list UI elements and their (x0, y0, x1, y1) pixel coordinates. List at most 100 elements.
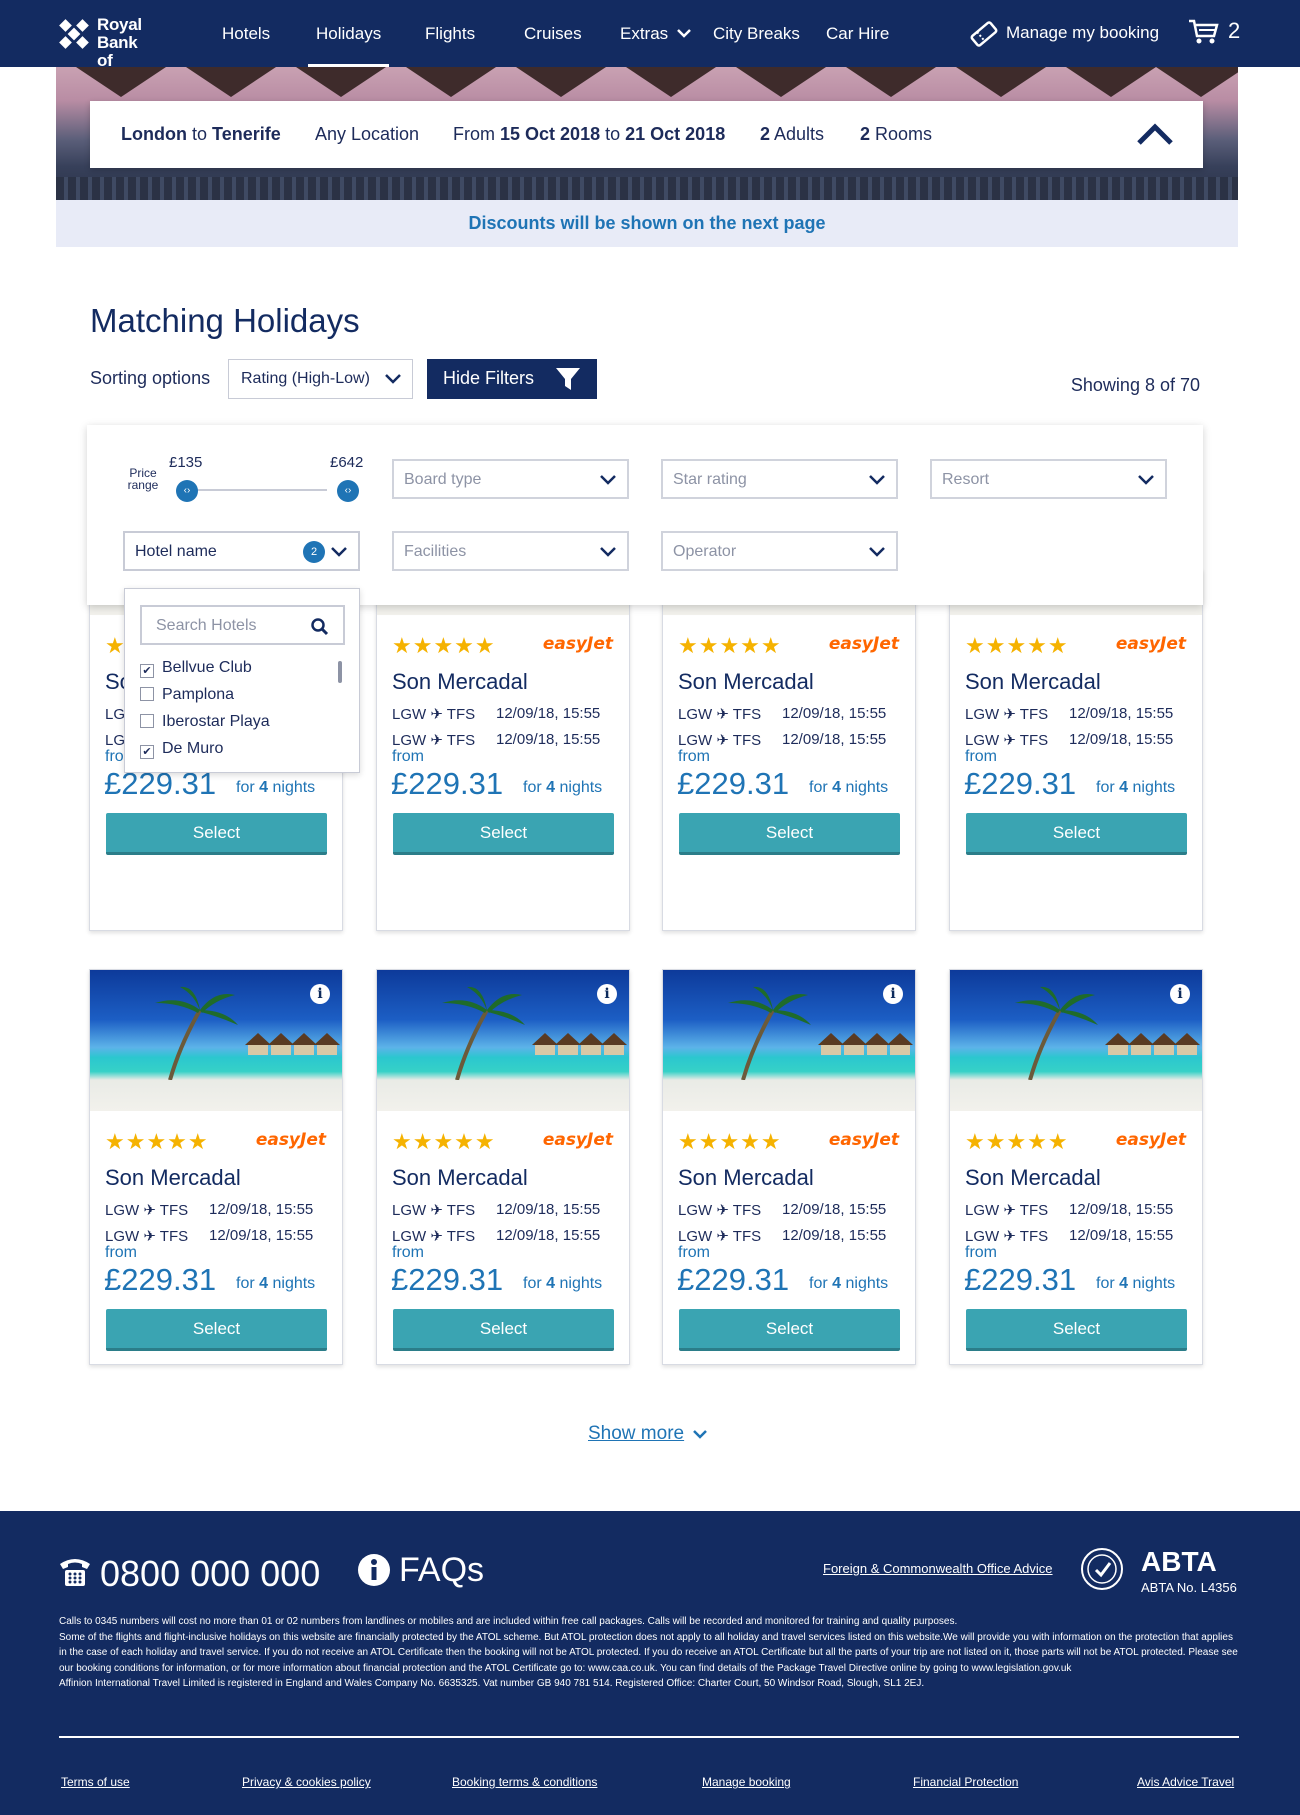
flight-route: LGW ✈ TFS (105, 1228, 189, 1245)
price-from-label: from (678, 1244, 710, 1261)
select-button[interactable]: Select (393, 813, 614, 855)
results-count: Showing 8 of 70 (1070, 375, 1200, 395)
holiday-card[interactable]: i★★★★★easyJetSon MercadalLGW ✈ TFS12/09/… (949, 969, 1203, 1365)
airline-logo: easyJet (542, 634, 613, 654)
show-more-link[interactable]: Show more (588, 1423, 707, 1445)
hero-hut-roof (1066, 67, 1156, 97)
hotel-photo[interactable]: i (377, 970, 629, 1111)
operator-select[interactable]: Operator (661, 531, 898, 571)
select-button[interactable]: Select (679, 1309, 900, 1351)
select-button[interactable]: Select (393, 1309, 614, 1351)
hotel-search-input[interactable]: Search Hotels (140, 605, 345, 645)
footer-link-privacy[interactable]: Privacy & cookies policy (242, 1775, 371, 1789)
checkbox-unchecked[interactable] (140, 687, 154, 701)
nights-count: 4 (832, 779, 842, 796)
hotel-name[interactable]: Son Mercadal (965, 669, 1101, 695)
brand-logo[interactable]: Royal Bank of Scotland (56, 14, 186, 88)
footer-link-financial-protection[interactable]: Financial Protection (913, 1775, 1018, 1789)
fco-advice-link[interactable]: Foreign & Commonwealth Office Advice (823, 1561, 1053, 1576)
duration-label: for 4 nights (809, 1275, 888, 1293)
info-icon (358, 1554, 390, 1586)
nights-word: nights (1132, 779, 1176, 796)
select-button[interactable]: Select (966, 1309, 1187, 1351)
nights-for: for (523, 1275, 542, 1292)
hotel-option[interactable]: Iberostar Playa (140, 713, 270, 731)
nights-for: for (809, 779, 828, 796)
sorting-select[interactable]: Rating (High-Low) (228, 359, 413, 399)
footer-link-terms[interactable]: Terms of use (61, 1775, 130, 1789)
facilities-select[interactable]: Facilities (392, 531, 629, 571)
nav-cruises[interactable]: Cruises (524, 24, 582, 44)
hotel-photo[interactable]: i (950, 970, 1202, 1111)
hotel-option[interactable]: ✔ De Muro (140, 740, 223, 759)
price-min-handle[interactable]: ‹› (176, 480, 198, 502)
hotel-name-label: Hotel name (135, 543, 217, 560)
hotel-photo[interactable]: i (663, 970, 915, 1111)
chevron-up-icon[interactable] (1136, 119, 1174, 149)
info-icon[interactable]: i (883, 984, 903, 1004)
hotel-option[interactable]: ✔ Bellvue Club (140, 659, 252, 678)
nav-city-breaks[interactable]: City Breaks (713, 24, 800, 44)
facilities-label: Facilities (404, 543, 467, 560)
footer-link-manage-booking[interactable]: Manage booking (702, 1775, 791, 1789)
flight-route: LGW ✈ TFS (105, 1202, 189, 1219)
checkbox-checked[interactable]: ✔ (140, 745, 154, 759)
duration-label: for 4 nights (809, 779, 888, 797)
footer-divider (59, 1736, 1239, 1738)
faqs-label: FAQs (399, 1551, 485, 1589)
select-button[interactable]: Select (966, 813, 1187, 855)
hotel-name[interactable]: Son Mercadal (392, 1165, 528, 1191)
info-icon[interactable]: i (310, 984, 330, 1004)
nav-flights[interactable]: Flights (425, 24, 475, 44)
nav-extras[interactable]: Extras (620, 24, 692, 44)
holiday-card[interactable]: i★★★★★easyJetSon MercadalLGW ✈ TFS12/09/… (89, 969, 343, 1365)
star-rating-select[interactable]: Star rating (661, 459, 898, 499)
nights-for: for (236, 1275, 255, 1292)
search-summary-bar[interactable]: London to Tenerife Any Location From 15 … (90, 101, 1203, 168)
resort-select[interactable]: Resort (930, 459, 1167, 499)
hotel-name[interactable]: Son Mercadal (965, 1165, 1101, 1191)
holiday-card[interactable]: i★★★★★easyJetSon MercadalLGW ✈ TFS12/09/… (376, 969, 630, 1365)
price-min-value: £135 (169, 454, 203, 471)
legal-paragraph: Some of the flights and flight-inclusive… (59, 1631, 1238, 1674)
info-icon[interactable]: i (1170, 984, 1190, 1004)
holiday-card[interactable]: i★★★★★easyJetSon MercadalLGW ✈ TFS12/09/… (662, 969, 916, 1365)
hide-filters-button[interactable]: Hide Filters (427, 359, 597, 399)
holiday-card[interactable]: i★★★★★easyJetSon MercadalLGW ✈ TFS12/09/… (376, 569, 630, 931)
operator-label: Operator (673, 543, 737, 560)
select-button[interactable]: Select (106, 1309, 327, 1351)
hotel-name[interactable]: Son Mercadal (392, 669, 528, 695)
checkbox-unchecked[interactable] (140, 714, 154, 728)
cart-button[interactable]: 2 (1188, 18, 1248, 48)
atol-logo-icon (1087, 1554, 1117, 1584)
footer-link-booking-terms[interactable]: Booking terms & conditions (452, 1775, 597, 1789)
checkbox-checked[interactable]: ✔ (140, 664, 154, 678)
holiday-card[interactable]: i★★★★★easyJetSon MercadalLGW ✈ TFS12/09/… (662, 569, 916, 931)
price: £229.31 (964, 1262, 1077, 1297)
price-max-handle[interactable]: ‹› (337, 480, 359, 502)
ticket-icon (970, 21, 998, 47)
location-summary: Any Location (315, 124, 420, 144)
footer-link-avis-advice[interactable]: Avis Advice Travel (1137, 1775, 1234, 1789)
hotel-name[interactable]: Son Mercadal (678, 669, 814, 695)
nav-car-hire[interactable]: Car Hire (826, 24, 889, 44)
flight-time: 12/09/18, 15:55 (1069, 1227, 1174, 1244)
holiday-card[interactable]: i★★★★★easyJetSon MercadalLGW ✈ TFS12/09/… (949, 569, 1203, 931)
select-button[interactable]: Select (106, 813, 327, 855)
select-button[interactable]: Select (679, 813, 900, 855)
nav-hotels[interactable]: Hotels (222, 24, 270, 44)
nav-holidays[interactable]: Holidays (307, 24, 390, 67)
filters-panel: Price range £135 £642 ‹› ‹› Board type S… (87, 425, 1203, 605)
hotel-name-select[interactable]: Hotel name 2 (123, 531, 360, 571)
hotel-option[interactable]: Pamplona (140, 686, 234, 704)
flight-route: LGW ✈ TFS (678, 732, 762, 749)
info-icon[interactable]: i (597, 984, 617, 1004)
dropdown-scrollbar[interactable] (338, 661, 342, 683)
flight-time: 12/09/18, 15:55 (209, 1201, 314, 1218)
hotel-photo[interactable]: i (90, 970, 342, 1111)
hotel-name-count-badge: 2 (303, 541, 325, 563)
board-type-select[interactable]: Board type (392, 459, 629, 499)
hotel-name[interactable]: Son Mercadal (678, 1165, 814, 1191)
chevron-down-icon (869, 475, 885, 485)
hotel-name[interactable]: Son Mercadal (105, 1165, 241, 1191)
